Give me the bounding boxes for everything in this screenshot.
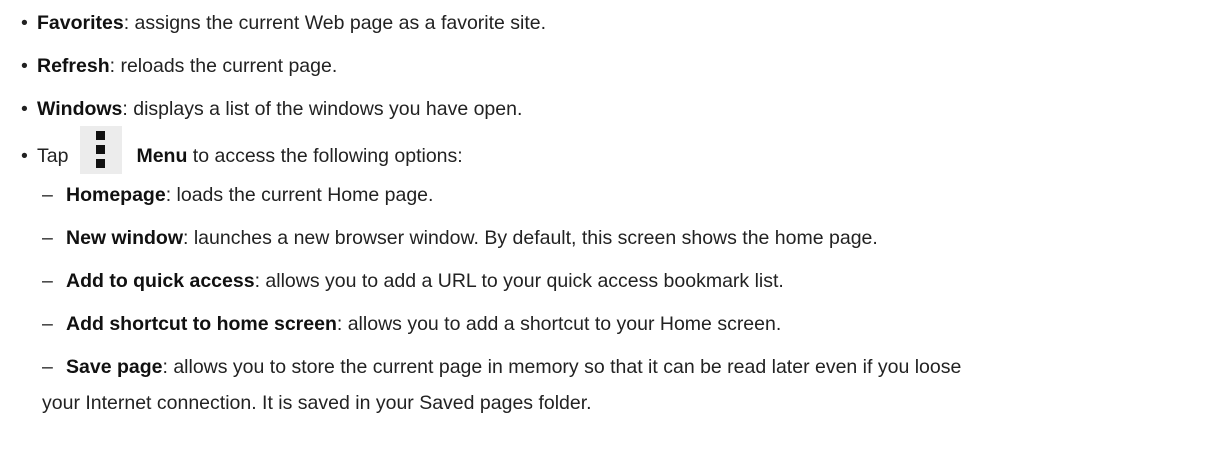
bullet: •: [21, 12, 28, 34]
dash: –: [42, 313, 53, 335]
bullet: •: [21, 55, 28, 77]
menu-kebab-icon: [80, 126, 123, 174]
save-page-continuation: your Internet connection. It is saved in…: [42, 392, 592, 414]
description-favorites: : assigns the current Web page as a favo…: [123, 12, 547, 34]
tap-prefix: Tap: [37, 145, 69, 168]
description-new-window: : launches a new browser window. By defa…: [183, 227, 878, 249]
description-add-to-quick-access: : allows you to add a URL to your quick …: [254, 270, 784, 292]
description-save-page: : allows you to store the current page i…: [162, 356, 962, 378]
list-item-refresh: • Refresh: reloads the current page.: [21, 54, 337, 78]
term-add-shortcut: Add shortcut to home screen: [66, 313, 337, 335]
term-favorites: Favorites: [37, 12, 124, 34]
term-new-window: New window: [66, 227, 183, 249]
term-menu: Menu: [136, 145, 188, 168]
term-windows: Windows: [37, 98, 123, 120]
description-add-shortcut: : allows you to add a shortcut to your H…: [336, 313, 782, 335]
list-item-windows: • Windows: displays a list of the windows…: [21, 97, 522, 121]
sub-item-add-shortcut: – Add shortcut to home screen: allows you…: [42, 312, 781, 336]
list-item-menu: • Tap Menu to access the following options…: [21, 126, 463, 174]
dash: –: [42, 184, 53, 206]
dash: –: [42, 227, 53, 249]
term-save-page: Save page: [66, 356, 163, 378]
description-homepage: : loads the current Home page.: [165, 184, 434, 206]
sub-item-add-to-quick-access: – Add to quick access: allows you to add …: [42, 269, 784, 293]
term-add-to-quick-access: Add to quick access: [66, 270, 255, 292]
term-homepage: Homepage: [66, 184, 166, 206]
sub-item-save-page: – Save page: allows you to store the curr…: [42, 355, 961, 379]
bullet: •: [21, 145, 28, 168]
description-refresh: : reloads the current page.: [109, 55, 338, 77]
dash: –: [42, 270, 53, 292]
description-menu: to access the following options:: [187, 145, 463, 168]
term-refresh: Refresh: [37, 55, 110, 77]
sub-item-homepage: – Homepage: loads the current Home page.: [42, 183, 433, 207]
bullet: •: [21, 98, 28, 120]
list-item-favorites: • Favorites: assigns the current Web page…: [21, 11, 546, 35]
sub-item-new-window: – New window: launches a new browser wind…: [42, 226, 878, 250]
dash: –: [42, 356, 53, 378]
description-windows: : displays a list of the windows you hav…: [122, 98, 523, 120]
